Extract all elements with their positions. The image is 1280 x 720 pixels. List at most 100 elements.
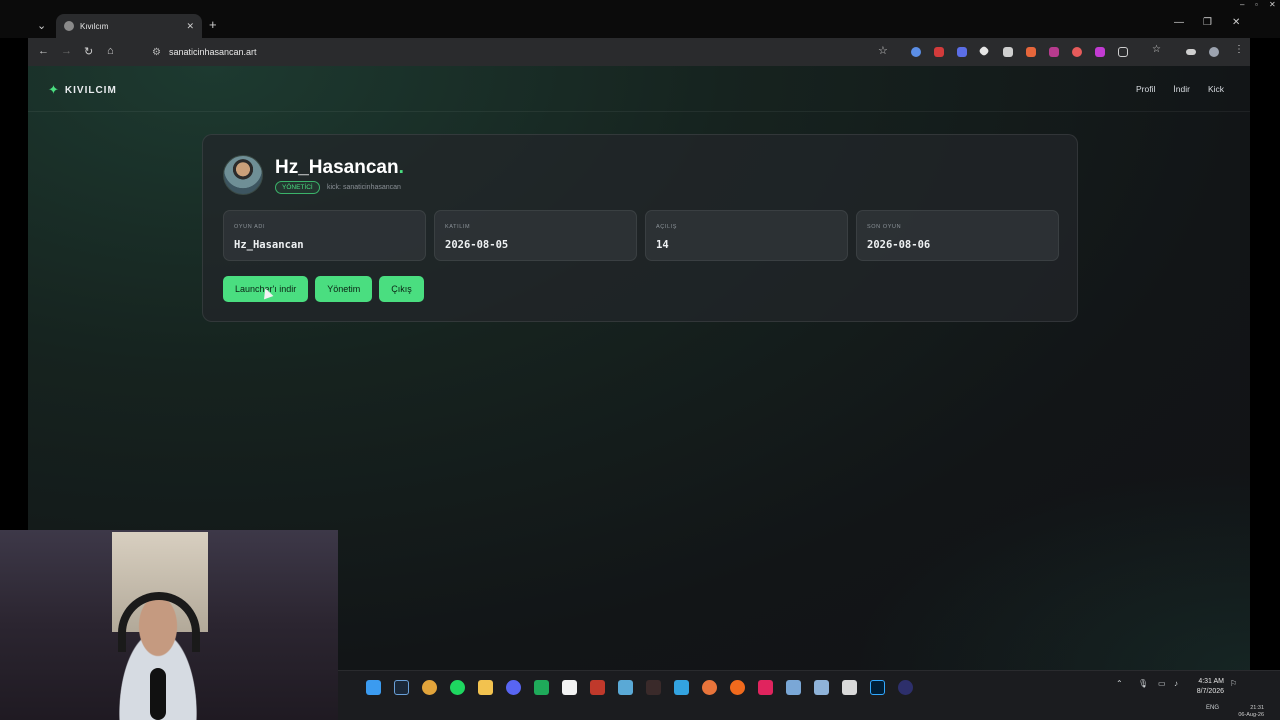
extension-icon[interactable]	[1072, 47, 1082, 57]
spotify-icon[interactable]	[450, 680, 465, 695]
clock-date: 8/7/2026	[1196, 688, 1224, 695]
monitor-tray-icon[interactable]: ▭	[1158, 679, 1166, 688]
puzzle-extensions-icon[interactable]	[1118, 47, 1128, 57]
clock-time: 4:31 AM	[1198, 678, 1224, 685]
app-icon[interactable]	[646, 680, 661, 695]
extension-icon[interactable]	[934, 47, 944, 57]
brand-logo[interactable]: ✦ KIVILCIM	[48, 82, 117, 98]
stat-card-game-name: OYUN ADI Hz_Hasancan	[223, 210, 426, 261]
avatar	[223, 155, 263, 195]
nav-link-profil[interactable]: Profil	[1136, 84, 1155, 94]
sparkle-icon: ✦	[48, 82, 59, 97]
top-navigation: Profil İndir Kick	[1136, 84, 1224, 94]
site-info-icon[interactable]: ⚙	[152, 47, 161, 58]
steam-icon[interactable]	[394, 680, 409, 695]
admin-button[interactable]: Yönetim	[315, 276, 373, 302]
app-icon[interactable]	[590, 680, 605, 695]
stat-card-last-game: SON OYUN 2026-08-06	[856, 210, 1059, 261]
stat-label: OYUN ADI	[234, 224, 266, 230]
bookmark-star-icon[interactable]: ☆	[878, 44, 888, 57]
site-header: ✦ KIVILCIM Profil İndir Kick	[28, 66, 1250, 112]
photoshop-icon[interactable]	[870, 680, 885, 695]
url-text: sanaticinhasancan.art	[168, 47, 257, 57]
globe-icon	[64, 21, 74, 31]
stat-card-launches: AÇILIŞ 14	[645, 210, 848, 261]
tab-close-icon[interactable]: ✕	[186, 21, 194, 32]
app-icon[interactable]	[842, 680, 857, 695]
address-bar[interactable]: ⚙ sanaticinhasancan.art	[152, 43, 900, 61]
stats-row: OYUN ADI Hz_Hasancan KATILIM 2026-08-05 …	[223, 210, 1059, 261]
browser-tab[interactable]: Kıvılcım ✕	[56, 14, 202, 38]
taskbar-clock[interactable]: 4:31 AM 8/7/2026	[1197, 677, 1224, 697]
home-icon[interactable]: ⌂	[107, 45, 114, 57]
desktop: ⌄ Kıvılcım ✕ + — ❐ ✕ – ▫ ✕ ← → ↻ ⌂ ⚙ san…	[0, 0, 1280, 720]
secondary-time: 21:31	[1250, 705, 1264, 711]
action-buttons: Launcher'ı indir Yönetim Çıkış	[223, 276, 424, 302]
webcam-overlay	[0, 530, 338, 720]
profile-avatar-icon[interactable]	[1209, 47, 1219, 57]
extension-icon[interactable]	[1003, 47, 1013, 57]
notification-icon[interactable]: ⚐	[1230, 679, 1237, 688]
username-accent-dot: .	[398, 157, 404, 178]
menu-kebab-icon[interactable]: ⋮	[1234, 44, 1244, 55]
stat-value: 14	[656, 239, 669, 251]
volume-icon[interactable]: ♪	[1174, 679, 1178, 688]
extension-icon[interactable]	[1095, 47, 1105, 57]
chrome-icon[interactable]	[422, 680, 437, 695]
microphone-tray-icon[interactable]: 🎙	[1138, 679, 1148, 688]
media-control-icon[interactable]	[1186, 49, 1196, 55]
brand-name: KIVILCIM	[64, 84, 117, 96]
secondary-clock: 21:31 06-Aug-26	[1238, 705, 1264, 719]
app-icon[interactable]	[730, 680, 745, 695]
app-icon[interactable]	[786, 680, 801, 695]
stat-value: Hz_Hasancan	[234, 239, 304, 251]
reload-icon[interactable]: ↻	[84, 45, 93, 58]
extension-icon[interactable]	[978, 45, 990, 57]
tab-search-chevron-icon[interactable]: ⌄	[37, 19, 46, 32]
outer-restore-icon[interactable]: ▫	[1255, 0, 1258, 9]
app-icon[interactable]	[618, 680, 633, 695]
reading-list-icon[interactable]: ☆	[1152, 44, 1162, 55]
kick-handle: kick: sanaticinhasancan	[327, 184, 401, 191]
nav-link-kick[interactable]: Kick	[1208, 84, 1224, 94]
outer-close-icon[interactable]: ✕	[1269, 0, 1276, 9]
app-icon[interactable]	[702, 680, 717, 695]
browser-toolbar: ← → ↻ ⌂ ⚙ sanaticinhasancan.art ☆ ☆ ⋮	[28, 38, 1250, 66]
stat-label: KATILIM	[445, 224, 471, 230]
stat-value: 2026-08-05	[445, 239, 509, 251]
extension-icon[interactable]	[1026, 47, 1036, 57]
nav-link-indir[interactable]: İndir	[1173, 84, 1190, 94]
stat-label: AÇILIŞ	[656, 224, 678, 230]
microphone-icon	[150, 668, 166, 720]
new-tab-button[interactable]: +	[209, 17, 217, 32]
secondary-date: 06-Aug-26	[1238, 712, 1264, 718]
logout-button[interactable]: Çıkış	[379, 276, 424, 302]
close-window-icon[interactable]: ✕	[1232, 17, 1240, 28]
windows-start-icon[interactable]	[366, 680, 381, 695]
stat-value: 2026-08-06	[867, 239, 931, 251]
app-icon[interactable]	[674, 680, 689, 695]
outer-minimize-icon[interactable]: –	[1240, 0, 1244, 9]
discord-icon[interactable]	[506, 680, 521, 695]
app-icon[interactable]	[898, 680, 913, 695]
app-icon[interactable]	[758, 680, 773, 695]
restore-icon[interactable]: ❐	[1203, 17, 1212, 28]
extension-icon[interactable]	[1049, 47, 1059, 57]
profile-username: Hz_Hasancan.	[275, 157, 404, 179]
tray-chevron-icon[interactable]: ⌃	[1116, 679, 1123, 688]
username-text: Hz_Hasancan	[275, 157, 399, 178]
minimize-icon[interactable]: —	[1174, 17, 1184, 28]
language-indicator[interactable]: ENG	[1206, 705, 1219, 711]
extension-icon[interactable]	[911, 47, 921, 57]
app-icon[interactable]	[562, 680, 577, 695]
app-icon[interactable]	[814, 680, 829, 695]
profile-card: Hz_Hasancan. YÖNETİCİ kick: sanaticinhas…	[202, 134, 1078, 322]
file-explorer-icon[interactable]	[478, 680, 493, 695]
extension-icon[interactable]	[957, 47, 967, 57]
back-icon[interactable]: ←	[38, 45, 49, 57]
app-icon[interactable]	[534, 680, 549, 695]
forward-icon[interactable]: →	[61, 45, 72, 57]
stat-label: SON OYUN	[867, 224, 902, 230]
windows-taskbar: ⌃ 🎙 ▭ ♪ 4:31 AM 8/7/2026 ⚐ ENG 21:31 06-…	[338, 670, 1280, 720]
browser-tab-strip: ⌄ Kıvılcım ✕ + — ❐ ✕ – ▫ ✕	[0, 0, 1280, 38]
